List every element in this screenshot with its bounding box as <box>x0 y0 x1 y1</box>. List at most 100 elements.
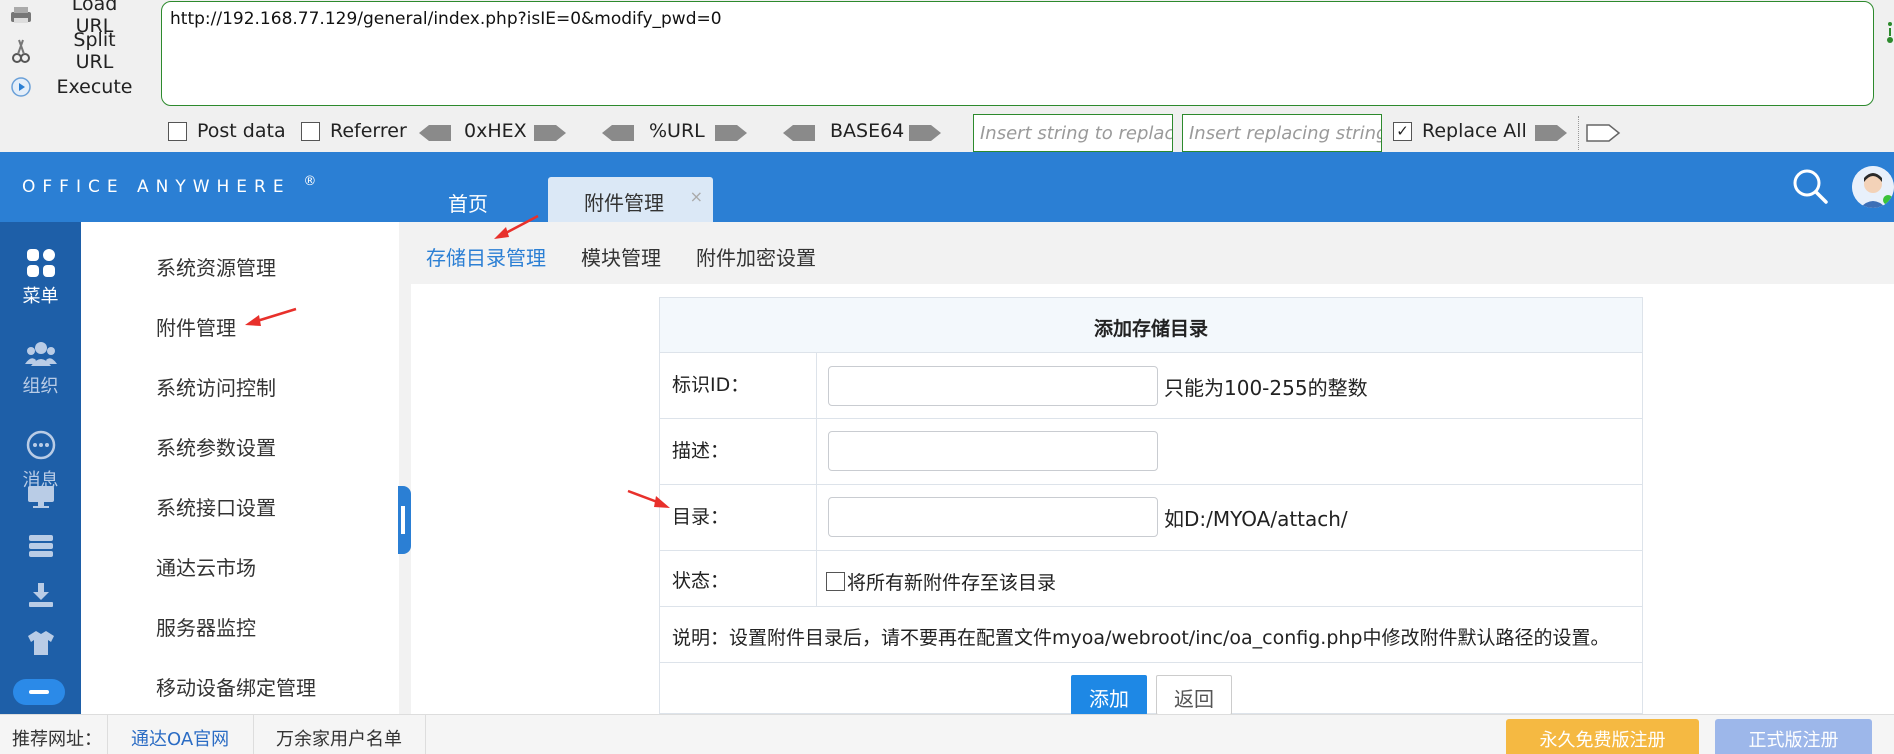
browser-window: Load URL Split URL Execute http://192.16… <box>0 0 1894 754</box>
chat-icon <box>26 430 55 460</box>
rail-item-server[interactable] <box>0 534 81 562</box>
execute-icon <box>8 74 34 100</box>
referrer-box[interactable] <box>301 121 320 141</box>
sidebar-item-mobile-binding[interactable]: 移动设备绑定管理 <box>156 672 316 701</box>
tab-storage-directory[interactable]: 存储目录管理 <box>426 242 546 271</box>
rail-label-organization: 组织 <box>22 376 59 397</box>
tab-attachment-management[interactable]: 附件管理 × <box>548 177 713 222</box>
user-avatar[interactable] <box>1852 166 1894 208</box>
replace-all-box[interactable]: ✓ <box>1393 121 1412 141</box>
download-icon <box>28 583 53 607</box>
tab-module-management[interactable]: 模块管理 <box>581 242 661 271</box>
sidebar-item-access-control[interactable]: 系统访问控制 <box>156 372 276 401</box>
id-hint: 只能为100-255的整数 <box>1164 376 1368 400</box>
referrer-label: Referrer <box>330 120 407 142</box>
base64-label: BASE64 <box>830 120 905 142</box>
search-icon[interactable] <box>1790 166 1830 206</box>
status-label: 状态： <box>672 570 730 592</box>
rail-item-monitor[interactable] <box>0 484 81 514</box>
annotation-arrow-menu <box>245 307 297 326</box>
replace-next-arrow-icon[interactable] <box>1585 124 1621 142</box>
replace-arrow-icon[interactable] <box>1533 124 1569 142</box>
pro-registration-button[interactable]: 正式版注册 <box>1715 719 1872 754</box>
add-button[interactable]: 添加 <box>1071 675 1147 715</box>
rail-label-menu: 菜单 <box>22 286 59 307</box>
sidebar-item-cloud-market[interactable]: 通达云市场 <box>156 552 256 581</box>
execute-button[interactable]: Execute <box>8 72 137 102</box>
logo-registered-mark: ® <box>303 174 317 189</box>
sidebar-item-system-resources[interactable]: 系统资源管理 <box>156 252 276 281</box>
tab-close-icon[interactable]: × <box>690 187 703 206</box>
row-directory: 目录： 如D:/MYOA/attach/ <box>660 485 1642 551</box>
back-button[interactable]: 返回 <box>1156 675 1232 715</box>
row-description: 描述： <box>660 419 1642 485</box>
replacing-string-input[interactable]: Insert replacing string <box>1182 114 1382 152</box>
load-url-button[interactable]: Load URL <box>8 0 137 37</box>
footer-bar: 推荐网址： 通达OA官网 万余家用户名单 永久免费版注册 正式版注册 <box>0 714 1894 754</box>
url-textarea[interactable]: http://192.168.77.129/general/index.php?… <box>161 1 1874 106</box>
resize-handle-icon[interactable] <box>1880 20 1894 50</box>
referrer-checkbox[interactable]: Referrer <box>301 120 407 142</box>
hex-label: 0xHEX <box>464 120 527 142</box>
directory-input[interactable] <box>828 497 1158 537</box>
toolbar-separator <box>1578 116 1579 150</box>
url-encode-arrow-icon[interactable] <box>713 124 749 142</box>
execute-label: Execute <box>56 76 133 98</box>
footer-link-official-site[interactable]: 通达OA官网 <box>131 725 229 751</box>
monitor-icon <box>27 486 54 508</box>
url-decode-arrow-icon[interactable] <box>600 124 636 142</box>
post-data-box[interactable] <box>168 121 187 141</box>
post-data-label: Post data <box>197 120 286 142</box>
base64-encode-arrow-icon[interactable] <box>907 124 943 142</box>
tab-attachment-encryption[interactable]: 附件加密设置 <box>696 242 816 271</box>
logo-text: Office Anywhere <box>22 177 291 197</box>
row-note: 说明：设置附件目录后，请不要再在配置文件myoa/webroot/inc/oa_… <box>660 607 1642 663</box>
add-storage-directory-form: 添加存储目录 标识ID： 只能为100-255的整数 描述： 目录： 如D:/M… <box>659 297 1643 715</box>
split-url-icon <box>8 38 34 64</box>
footer-label: 推荐网址： <box>12 729 102 750</box>
rail-item-menu[interactable]: 菜单 <box>0 248 81 308</box>
directory-hint: 如D:/MYOA/attach/ <box>1164 507 1348 531</box>
status-checkbox[interactable]: 将所有新附件存至该目录 <box>826 568 1056 595</box>
replace-all-checkbox[interactable]: ✓ Replace All <box>1393 120 1527 142</box>
replace-all-label: Replace All <box>1422 120 1527 142</box>
sidebar-item-parameter-settings[interactable]: 系统参数设置 <box>156 432 276 461</box>
form-note: 说明：设置附件目录后，请不要再在配置文件myoa/webroot/inc/oa_… <box>672 627 1610 649</box>
id-input[interactable] <box>828 366 1158 406</box>
panel-collapse-handle[interactable] <box>398 486 411 554</box>
hex-decode-arrow-icon[interactable] <box>417 124 453 142</box>
replace-string-input[interactable]: Insert string to replace <box>973 114 1173 152</box>
rail-collapse-toggle[interactable] <box>13 679 65 705</box>
description-label: 描述： <box>672 440 730 462</box>
status-checkbox-box[interactable] <box>826 572 845 591</box>
grid-icon <box>26 249 55 277</box>
rail-item-organization[interactable]: 组织 <box>0 340 81 398</box>
server-icon <box>28 535 53 557</box>
status-checkbox-label: 将所有新附件存至该目录 <box>847 572 1057 594</box>
rail-item-theme[interactable] <box>0 630 81 660</box>
tab-home[interactable]: 首页 <box>448 188 488 217</box>
base64-decode-arrow-icon[interactable] <box>781 124 817 142</box>
free-registration-button[interactable]: 永久免费版注册 <box>1506 719 1699 754</box>
split-url-button[interactable]: Split URL <box>8 29 137 73</box>
sidebar-menu: 系统资源管理 附件管理 系统访问控制 系统参数设置 系统接口设置 通达云市场 服… <box>81 222 399 714</box>
shirt-icon <box>27 631 54 655</box>
description-input[interactable] <box>828 431 1158 471</box>
office-anywhere-logo[interactable]: Office Anywhere ® <box>22 174 316 197</box>
annotation-arrow-directory <box>627 489 670 508</box>
split-url-label: Split URL <box>73 29 116 73</box>
load-url-icon <box>8 2 34 28</box>
hex-encode-arrow-icon[interactable] <box>532 124 568 142</box>
sidebar-item-server-monitor[interactable]: 服务器监控 <box>156 612 256 641</box>
people-icon <box>24 342 57 366</box>
rail-item-download[interactable] <box>0 582 81 612</box>
sidebar-item-interface-settings[interactable]: 系统接口设置 <box>156 492 276 521</box>
annotation-arrow-subnav <box>494 214 539 239</box>
sidebar-item-attachment-management[interactable]: 附件管理 <box>156 312 236 341</box>
sub-navigation: 存储目录管理 模块管理 附件加密设置 <box>399 222 1894 284</box>
hackbar: Load URL Split URL Execute http://192.16… <box>0 0 1894 152</box>
footer-link-user-list[interactable]: 万余家用户名单 <box>276 725 402 751</box>
form-title: 添加存储目录 <box>660 298 1642 353</box>
post-data-checkbox[interactable]: Post data <box>168 120 286 142</box>
rail-item-messages[interactable]: 消息 <box>0 430 81 492</box>
